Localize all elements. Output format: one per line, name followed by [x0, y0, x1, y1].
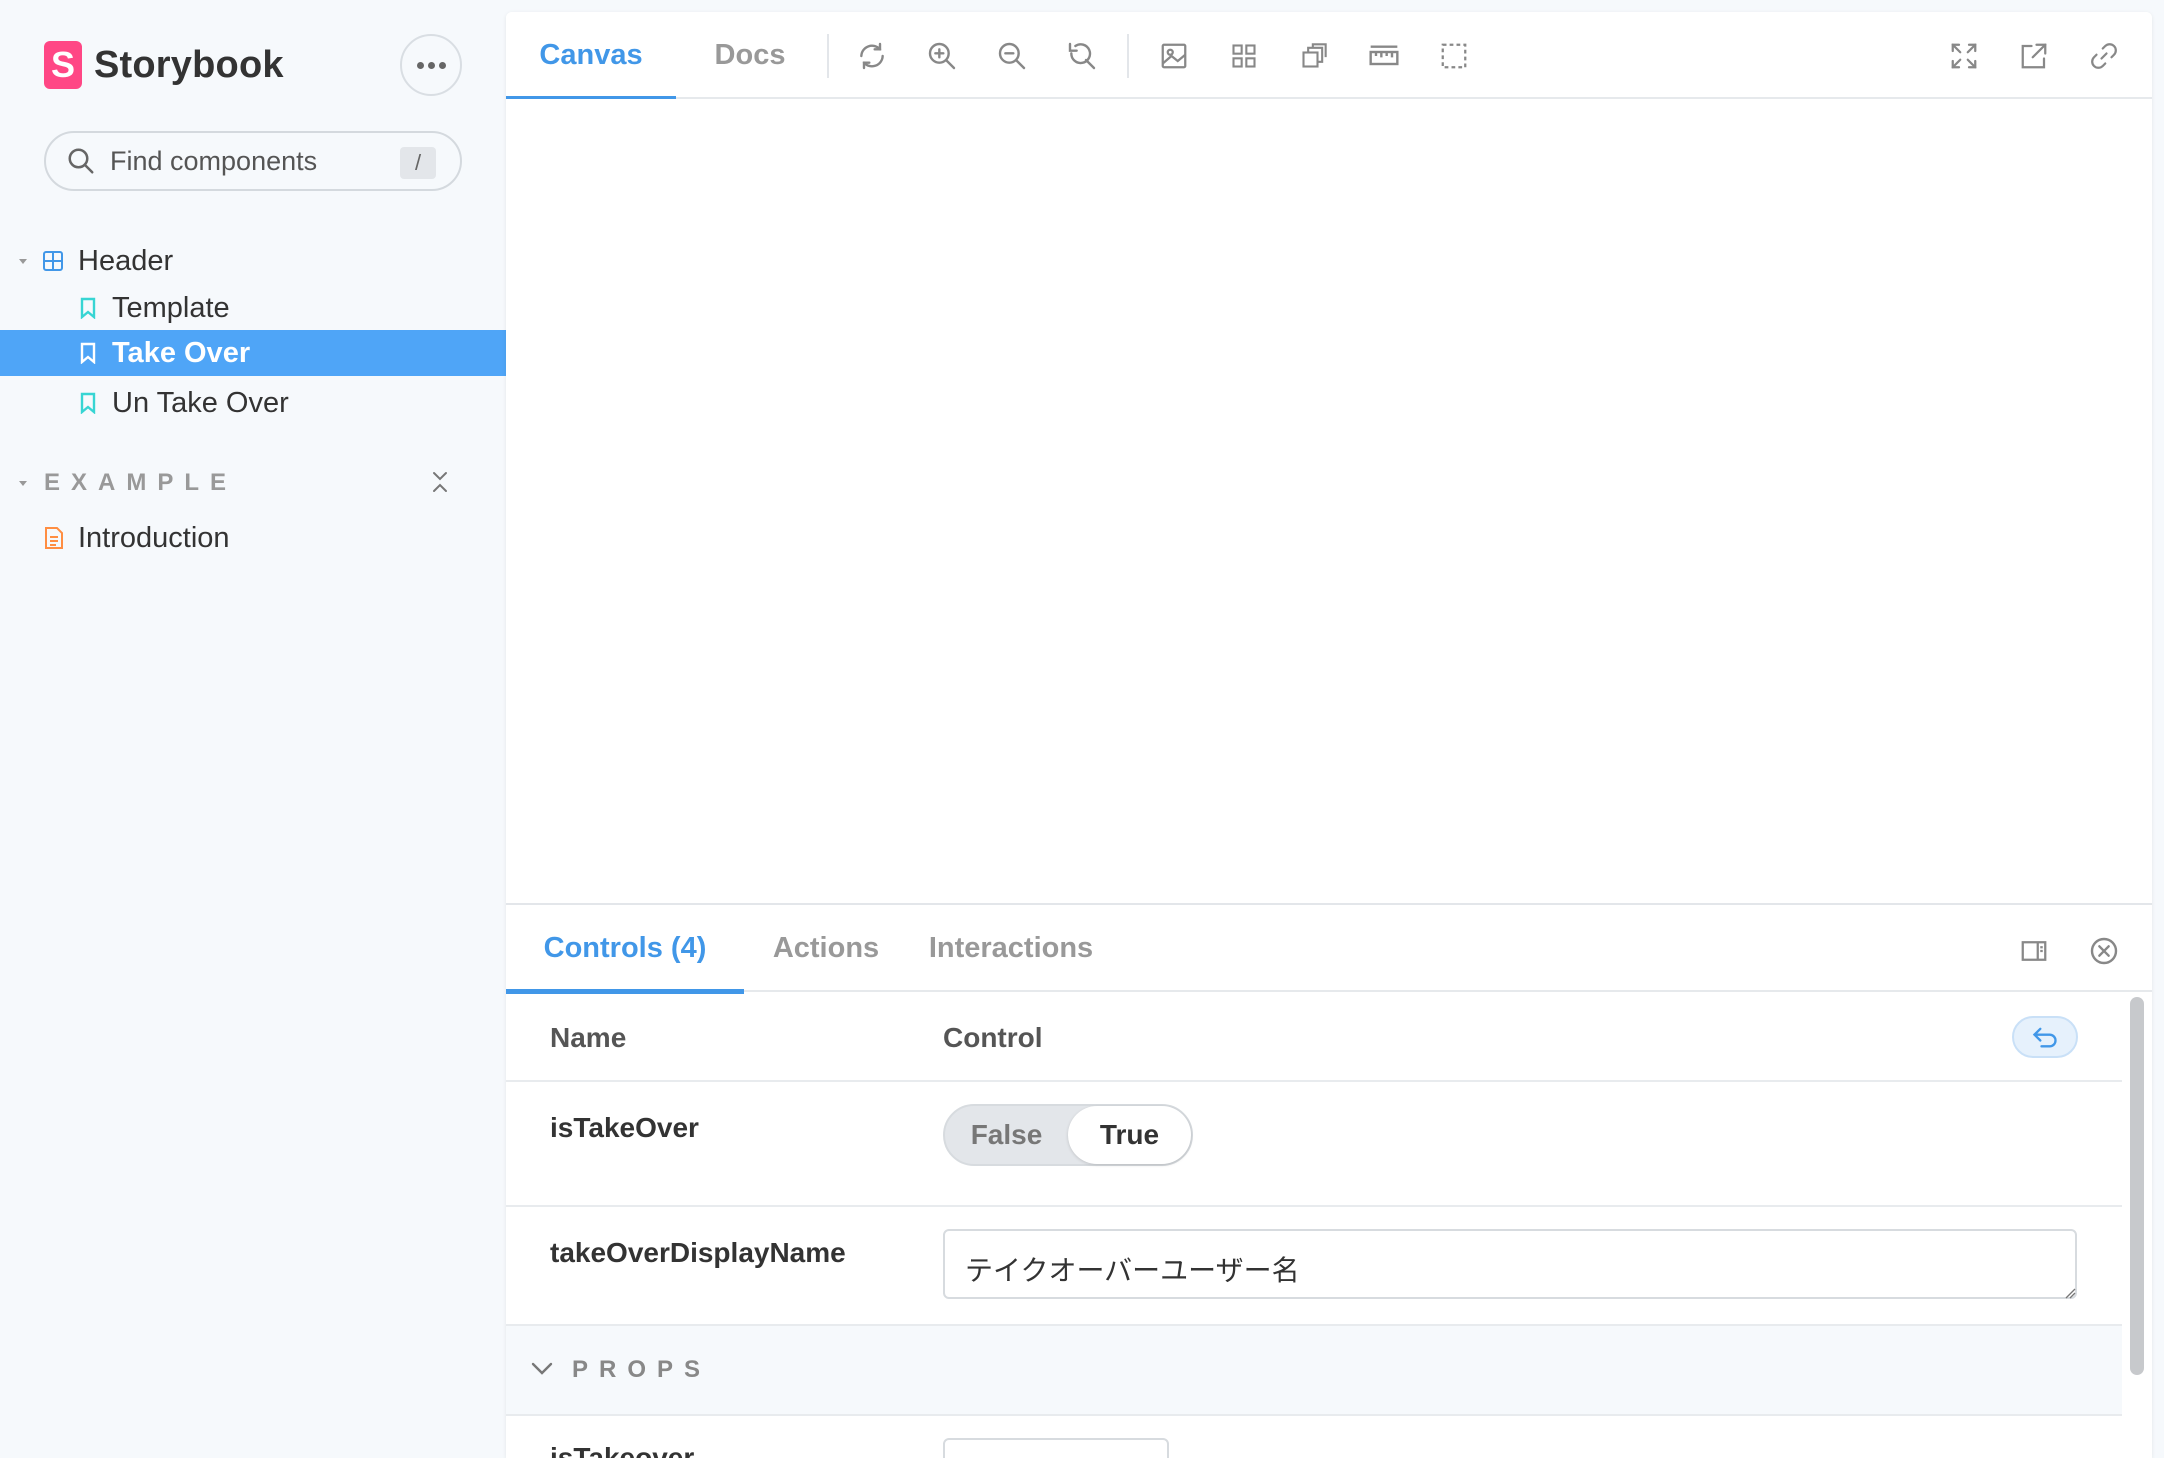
- group-label-example[interactable]: EXAMPLE: [44, 469, 237, 497]
- bookmark-icon: [80, 297, 96, 319]
- sidebar: S Storybook / Header Template Take Over: [0, 0, 506, 1458]
- viewport-icon[interactable]: [1296, 38, 1332, 74]
- outline-icon[interactable]: [1436, 38, 1472, 74]
- tab-controls[interactable]: Controls (4): [506, 905, 744, 994]
- bookmark-icon: [80, 392, 96, 414]
- zoom-in-icon[interactable]: [924, 38, 960, 74]
- brand-name: Storybook: [94, 43, 284, 86]
- tab-actions[interactable]: Actions: [744, 905, 908, 992]
- canvas-preview[interactable]: [506, 99, 2152, 899]
- brand[interactable]: S Storybook: [44, 40, 284, 90]
- measure-icon[interactable]: [1366, 38, 1402, 74]
- tree-item-label: Template: [112, 291, 230, 324]
- zoom-reset-icon[interactable]: [1064, 38, 1100, 74]
- tab-canvas[interactable]: Canvas: [506, 12, 676, 101]
- toggle-option-true[interactable]: True: [1068, 1106, 1191, 1164]
- reset-controls-button[interactable]: [2012, 1016, 2078, 1058]
- toolbar: Canvas Docs: [506, 12, 2152, 101]
- chevron-down-icon: [531, 1362, 553, 1375]
- toggle-option-false[interactable]: False: [945, 1106, 1068, 1164]
- control-name: isTakeOver: [550, 1112, 699, 1143]
- search-box[interactable]: /: [44, 131, 462, 191]
- dot: [427, 61, 435, 69]
- bookmark-icon: [80, 342, 96, 364]
- tree-item-un-take-over[interactable]: Un Take Over: [0, 380, 506, 426]
- search-shortcut-hint: /: [400, 147, 436, 179]
- tree-item-introduction[interactable]: Introduction: [0, 515, 506, 561]
- tree-item-header[interactable]: Header: [0, 238, 506, 284]
- tree-item-label: Introduction: [78, 521, 230, 554]
- caret-down-icon[interactable]: [18, 478, 28, 488]
- panel-orientation-icon[interactable]: [2016, 933, 2052, 969]
- collapse-all-icon[interactable]: [428, 470, 452, 494]
- addons-panel: Controls (4) Actions Interactions Name C…: [506, 903, 2152, 1458]
- fullscreen-icon[interactable]: [1946, 38, 1982, 74]
- storybook-logo-icon: S: [44, 41, 82, 89]
- column-header-name: Name: [550, 1022, 627, 1053]
- text-control-input[interactable]: テイクオーバーユーザー名: [943, 1229, 2077, 1299]
- control-name: isTakeover: [550, 1442, 695, 1458]
- more-options-button[interactable]: [400, 34, 462, 96]
- copy-link-icon[interactable]: [2086, 38, 2122, 74]
- resize-handle-icon[interactable]: [2064, 1287, 2076, 1299]
- open-new-tab-icon[interactable]: [2016, 38, 2052, 74]
- background-icon[interactable]: [1156, 38, 1192, 74]
- section-row-props[interactable]: PROPS: [506, 1326, 2122, 1416]
- column-header-control: Control: [943, 1022, 1043, 1053]
- dot: [416, 61, 424, 69]
- tab-interactions[interactable]: Interactions: [908, 905, 1114, 992]
- search-input[interactable]: [110, 145, 400, 177]
- control-row-istakeover-prop: isTakeover: [506, 1416, 2122, 1458]
- tree-item-label: Un Take Over: [112, 386, 289, 419]
- toolbar-divider: [827, 34, 829, 78]
- close-panel-icon[interactable]: [2086, 933, 2122, 969]
- scrollbar[interactable]: [2130, 997, 2144, 1375]
- tree-item-label: Take Over: [112, 336, 251, 369]
- addon-tabs: Controls (4) Actions Interactions: [506, 905, 2152, 994]
- control-input[interactable]: [943, 1438, 1169, 1458]
- component-icon: [43, 251, 63, 271]
- controls-header-row: Name Control: [506, 992, 2122, 1082]
- caret-down-icon: [19, 259, 27, 264]
- dot: [438, 61, 446, 69]
- boolean-toggle[interactable]: False True: [943, 1104, 1193, 1166]
- tree-item-label: Header: [78, 244, 174, 277]
- search-icon: [68, 148, 94, 174]
- toolbar-divider: [1127, 34, 1129, 78]
- tree-item-take-over[interactable]: Take Over: [0, 330, 506, 376]
- control-row-istakeover: isTakeOver False True: [506, 1082, 2122, 1207]
- refresh-icon[interactable]: [854, 38, 890, 74]
- main-panel: Canvas Docs Controls (4) Actions Interac…: [506, 12, 2152, 1458]
- control-row-takeoverdisplayname: takeOverDisplayName テイクオーバーユーザー名: [506, 1207, 2122, 1326]
- controls-table: Name Control isTakeOver False True takeO…: [506, 992, 2122, 1458]
- control-name: takeOverDisplayName: [550, 1237, 846, 1268]
- grid-icon[interactable]: [1226, 38, 1262, 74]
- undo-icon: [2032, 1027, 2057, 1048]
- section-label: PROPS: [572, 1356, 712, 1383]
- document-icon: [45, 527, 63, 549]
- tab-docs[interactable]: Docs: [676, 12, 824, 99]
- zoom-out-icon[interactable]: [994, 38, 1030, 74]
- tree-item-template[interactable]: Template: [0, 285, 506, 331]
